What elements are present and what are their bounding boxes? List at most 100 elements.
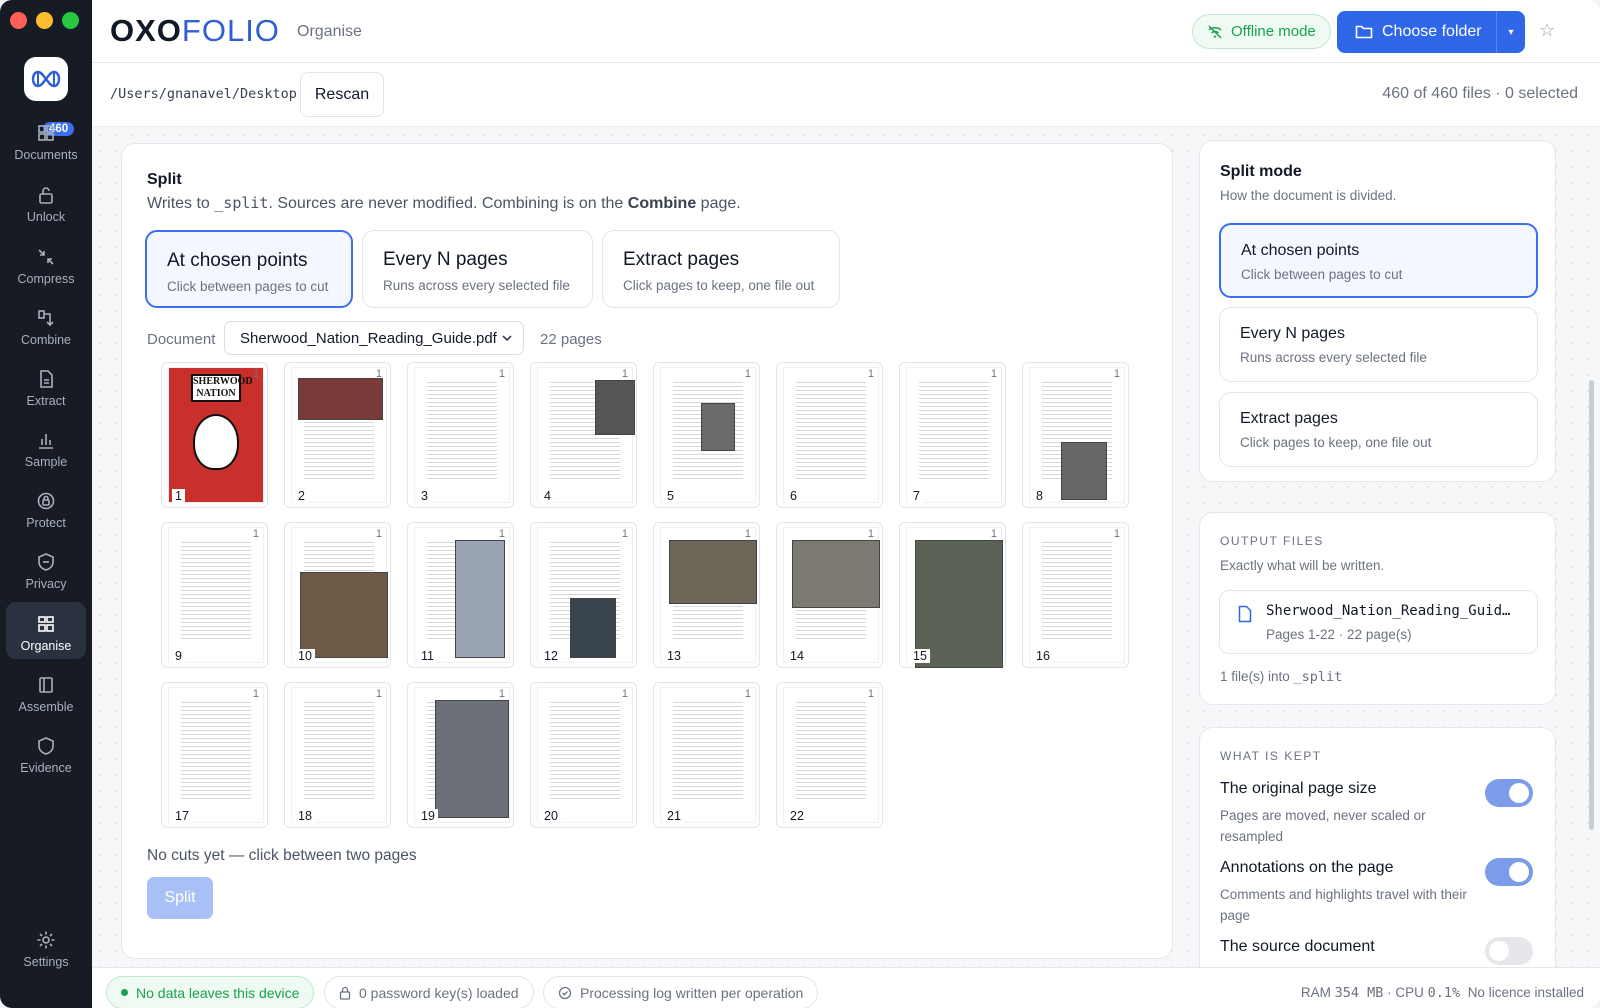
choose-folder-dropdown-button[interactable]: ▾ [1497,27,1525,38]
cover-illustration [193,414,239,470]
page-thumbnail[interactable]: 1 20 [530,682,637,828]
maximize-window-button[interactable] [62,12,79,29]
page-preview [1030,528,1124,662]
page-thumbnail[interactable]: 1 10 [284,522,391,668]
page-preview [661,368,755,502]
page-thumbnail[interactable]: 1 13 [653,522,760,668]
panel-mode-every-n-pages[interactable]: Every N pages Runs across every selected… [1219,307,1538,382]
system-status: RAM 354 MB · CPU 0.1% No licence install… [1300,985,1584,1001]
minimize-window-button[interactable] [36,12,53,29]
text-lines [181,542,251,640]
mode-title: Extract pages [623,249,740,270]
page-thumbnail[interactable]: 12 [284,362,391,508]
output-files-caption: OUTPUT FILES [1220,534,1324,548]
star-icon[interactable]: ☆ [1539,20,1555,41]
desc-prefix: Writes to [147,195,215,212]
sidebar-item-label: Privacy [25,577,67,591]
offline-mode-toggle[interactable]: Offline mode [1192,14,1331,49]
page-corner-label: 1 [498,368,505,380]
sidebar-item-documents[interactable]: Documents [6,110,86,168]
page-corner-label: 1 [621,528,628,540]
mode-title: Every N pages [383,249,508,270]
page-thumbnail[interactable]: 1 14 [776,522,883,668]
annotations-toggle[interactable] [1485,858,1533,886]
page-thumbnail[interactable]: 14 [530,362,637,508]
page-thumbnail[interactable]: 1 18 [284,682,391,828]
processing-log-chip[interactable]: Processing log written per operation [543,976,819,1008]
text-lines [427,382,497,480]
output-file-item[interactable]: Sherwood_Nation_Reading_Guid… Pages 1-22… [1219,590,1538,654]
sidebar-item-label: Documents [14,148,78,162]
infinity-logo-icon [31,70,61,88]
no-data-label: No data leaves this device [136,984,300,1001]
right-panel-scrollbar[interactable] [1589,380,1594,830]
page-thumbnail[interactable]: 1 19 [407,682,514,828]
mode-desc: Click pages to keep, one file out [1240,435,1432,450]
page-thumbnail[interactable]: 1 12 [530,522,637,668]
split-button[interactable]: Split [147,877,213,919]
page-thumbnail[interactable]: 17 [899,362,1006,508]
assemble-icon [39,677,53,693]
what-is-kept-panel: WHAT IS KEPT The original page size Page… [1199,727,1556,997]
page-number: 17 [172,809,192,823]
mode-title: Extract pages [1240,410,1338,427]
sidebar-item-combine[interactable]: Combine [6,295,86,353]
sidebar-item-compress[interactable]: Compress [6,234,86,292]
page-preview [292,528,388,662]
sidebar-item-extract[interactable]: Extract [6,356,86,414]
sidebar-item-label: Assemble [18,700,74,714]
mode-at-chosen-points[interactable]: At chosen points Click between pages to … [145,230,353,308]
page-thumbnail[interactable]: 15 [653,362,760,508]
password-keys-chip[interactable]: 0 password key(s) loaded [324,976,534,1008]
page-thumbnail[interactable]: 19 [161,522,268,668]
sidebar-item-label: Settings [23,955,69,969]
page-preview [415,368,509,502]
evidence-shield-icon [38,737,54,755]
sidebar-item-organise[interactable]: Organise [6,602,86,659]
text-lines [796,382,866,480]
mode-extract-pages[interactable]: Extract pages Click pages to keep, one f… [602,230,840,308]
output-file-detail: Pages 1-22 · 22 page(s) [1266,627,1412,642]
sidebar-item-label: Combine [20,333,72,347]
sidebar-item-evidence[interactable]: Evidence [6,723,86,781]
sidebar-item-settings[interactable]: Settings [6,917,86,975]
page-thumbnail[interactable]: 16 [776,362,883,508]
page-thumbnail[interactable]: 13 [407,362,514,508]
page-thumbnail[interactable]: 1 22 [776,682,883,828]
page-thumbnail[interactable]: 1 15 [899,522,1006,668]
page-number: 5 [664,489,677,503]
choose-folder-button[interactable]: Choose folder [1337,11,1497,53]
app-logo[interactable] [24,57,68,101]
sidebar-item-privacy[interactable]: Privacy [6,539,86,597]
page-number: 11 [418,649,437,663]
page-number: 14 [787,649,807,663]
original-page-size-toggle[interactable] [1485,779,1533,807]
sidebar-item-protect[interactable]: Protect [6,478,86,536]
panel-mode-extract-pages[interactable]: Extract pages Click pages to keep, one f… [1219,392,1538,467]
sidebar-item-unlock[interactable]: Unlock [6,172,86,230]
combine-page-link[interactable]: Combine [628,195,696,212]
summary-prefix: 1 file(s) into [1220,669,1294,684]
page-number: 12 [541,649,561,663]
page-thumbnail[interactable]: 1 11 [407,522,514,668]
close-window-button[interactable] [10,12,27,29]
page-thumbnail[interactable]: 1 17 [161,682,268,828]
source-document-toggle[interactable] [1485,937,1533,965]
output-files-subtitle: Exactly what will be written. [1220,558,1385,573]
kept-desc: Comments and highlights travel with thei… [1220,887,1467,923]
page-thumbnail[interactable]: 1 21 [653,682,760,828]
cover-title: SHERWOOD NATION [191,374,253,402]
page-thumbnail[interactable]: 1 16 [1022,522,1129,668]
panel-mode-at-chosen-points[interactable]: At chosen points Click between pages to … [1219,223,1538,298]
page-thumbnail[interactable]: 18 [1022,362,1129,508]
page-preview [538,528,632,662]
document-select[interactable]: Sherwood_Nation_Reading_Guide.pdf [224,321,524,355]
mode-every-n-pages[interactable]: Every N pages Runs across every selected… [362,230,593,308]
page-thumbnail[interactable]: SHERWOOD NATION 1 1 [161,362,268,508]
sidebar-item-sample[interactable]: Sample [6,417,86,475]
mode-desc: Runs across every selected file [383,278,570,293]
split-description: Writes to _split. Sources are never modi… [147,194,741,213]
rescan-button[interactable]: Rescan [300,72,384,117]
page-corner-label: 1 [252,368,259,380]
sidebar-item-assemble[interactable]: Assemble [6,662,86,720]
